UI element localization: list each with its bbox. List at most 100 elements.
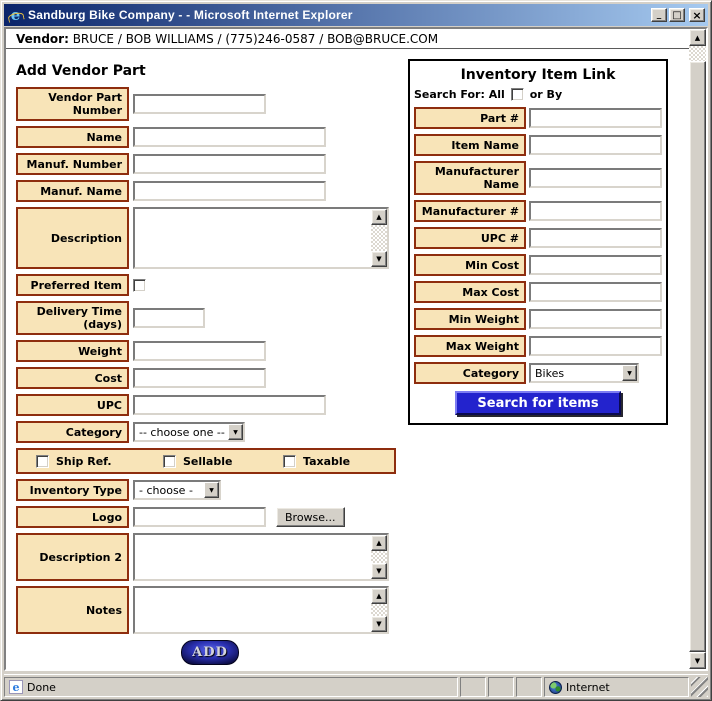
scroll-up-icon[interactable]: ▲ [371, 535, 387, 551]
manufacturer-name-input[interactable] [529, 168, 662, 188]
form-row-search-category: Category Bikes ▼ [414, 362, 662, 384]
page-content: Vendor: BRUCE / BOB WILLIAMS / (775)246-… [6, 29, 689, 669]
form-row-upc: UPC [16, 394, 408, 416]
preferred-item-label: Preferred Item [16, 274, 129, 296]
form-row-inventory-type: Inventory Type - choose - ▼ [16, 479, 408, 501]
scroll-up-icon[interactable]: ▲ [371, 588, 387, 604]
panel-title: Inventory Item Link [410, 63, 666, 86]
textarea-scrollbar[interactable]: ▲ ▼ [371, 209, 387, 267]
chevron-down-icon[interactable]: ▼ [204, 482, 219, 498]
or-by-label: or By [530, 88, 562, 101]
search-all-checkbox[interactable] [511, 88, 524, 101]
scroll-down-icon[interactable]: ▼ [371, 616, 387, 632]
vertical-scrollbar[interactable]: ▲ ▼ [689, 29, 706, 669]
form-row-preferred-item: Preferred Item [16, 274, 408, 296]
ship-ref-checkbox[interactable] [36, 455, 49, 468]
textarea-scrollbar[interactable]: ▲ ▼ [371, 588, 387, 632]
form-row-notes: Notes ▲ ▼ [16, 586, 408, 634]
browser-viewport: Vendor: BRUCE / BOB WILLIAMS / (775)246-… [4, 27, 708, 671]
min-weight-label: Min Weight [414, 308, 526, 330]
description-label: Description [16, 207, 129, 269]
part-number-input[interactable] [529, 108, 662, 128]
weight-label: Weight [16, 340, 129, 362]
search-category-select[interactable]: Bikes ▼ [529, 363, 639, 383]
preferred-item-checkbox[interactable] [133, 279, 146, 292]
resize-grip[interactable] [691, 677, 708, 697]
max-weight-label: Max Weight [414, 335, 526, 357]
sellable-label: Sellable [183, 455, 232, 468]
taxable-label: Taxable [303, 455, 350, 468]
delivery-time-input[interactable] [133, 308, 205, 328]
minimize-button[interactable]: _ [651, 8, 667, 22]
form-row-vendor-part-number: Vendor Part Number [16, 87, 408, 121]
search-for-items-button[interactable]: Search for items [455, 391, 621, 415]
upc-input[interactable] [133, 395, 326, 415]
scroll-up-icon[interactable]: ▲ [371, 209, 387, 225]
form-row-name: Name [16, 126, 408, 148]
status-bar: e Done Internet [4, 674, 708, 697]
form-row-max-weight: Max Weight [414, 335, 662, 357]
scroll-down-icon[interactable]: ▼ [371, 563, 387, 579]
ie-page-icon: e [9, 680, 23, 694]
close-button[interactable]: × [689, 8, 705, 22]
item-name-label: Item Name [414, 134, 526, 156]
manufacturer-number-label: Manufacturer # [414, 200, 526, 222]
name-input[interactable] [133, 127, 326, 147]
part-number-label: Part # [414, 107, 526, 129]
manuf-number-input[interactable] [133, 154, 326, 174]
manuf-name-input[interactable] [133, 181, 326, 201]
ie-logo-icon: e [7, 7, 24, 23]
search-for-all-label: Search For: All [414, 88, 505, 101]
search-category-select-value: Bikes [531, 365, 622, 381]
maximize-button[interactable]: □ [669, 8, 685, 22]
status-pane-1 [460, 677, 486, 697]
cost-input[interactable] [133, 368, 266, 388]
search-category-label: Category [414, 362, 526, 384]
form-row-upc-number: UPC # [414, 227, 662, 249]
category-select[interactable]: -- choose one -- ▼ [133, 422, 245, 442]
scroll-up-icon[interactable]: ▲ [689, 29, 706, 46]
inventory-type-select[interactable]: - choose - ▼ [133, 480, 221, 500]
item-name-input[interactable] [529, 135, 662, 155]
min-weight-input[interactable] [529, 309, 662, 329]
logo-label: Logo [16, 506, 129, 528]
logo-file-input[interactable] [133, 507, 266, 527]
status-pane-3 [516, 677, 542, 697]
scrollbar-thumb[interactable] [689, 61, 706, 652]
ship-ref-label: Ship Ref. [56, 455, 112, 468]
upc-number-label: UPC # [414, 227, 526, 249]
inventory-item-link-panel: Inventory Item Link Search For: All or B… [408, 59, 668, 425]
maximize-icon: □ [672, 11, 681, 20]
min-cost-input[interactable] [529, 255, 662, 275]
notes-textarea[interactable]: ▲ ▼ [133, 586, 389, 634]
form-row-part-number: Part # [414, 107, 662, 129]
form-row-cost: Cost [16, 367, 408, 389]
taxable-checkbox[interactable] [283, 455, 296, 468]
vendor-label: Vendor: [16, 32, 69, 46]
add-button[interactable]: ADD [181, 640, 239, 665]
chevron-down-icon[interactable]: ▼ [228, 424, 243, 440]
notes-label: Notes [16, 586, 129, 634]
form-row-description-2: Description 2 ▲ ▼ [16, 533, 408, 581]
manuf-number-label: Manuf. Number [16, 153, 129, 175]
description-2-textarea[interactable]: ▲ ▼ [133, 533, 389, 581]
description-textarea[interactable]: ▲ ▼ [133, 207, 389, 269]
max-cost-label: Max Cost [414, 281, 526, 303]
scroll-down-icon[interactable]: ▼ [689, 652, 706, 669]
max-cost-input[interactable] [529, 282, 662, 302]
title-bar[interactable]: e Sandburg Bike Company - - Microsoft In… [4, 4, 708, 26]
upc-number-input[interactable] [529, 228, 662, 248]
sellable-checkbox[interactable] [163, 455, 176, 468]
scrollbar-track[interactable] [689, 46, 706, 61]
flags-row: Ship Ref. Sellable Taxable [16, 448, 396, 474]
status-pane-zone: Internet [544, 677, 689, 697]
manufacturer-number-input[interactable] [529, 201, 662, 221]
max-weight-input[interactable] [529, 336, 662, 356]
browse-button[interactable]: Browse... [276, 507, 345, 527]
vendor-part-number-input[interactable] [133, 94, 266, 114]
scroll-down-icon[interactable]: ▼ [371, 251, 387, 267]
chevron-down-icon[interactable]: ▼ [622, 365, 637, 381]
form-row-min-weight: Min Weight [414, 308, 662, 330]
textarea-scrollbar[interactable]: ▲ ▼ [371, 535, 387, 579]
weight-input[interactable] [133, 341, 266, 361]
